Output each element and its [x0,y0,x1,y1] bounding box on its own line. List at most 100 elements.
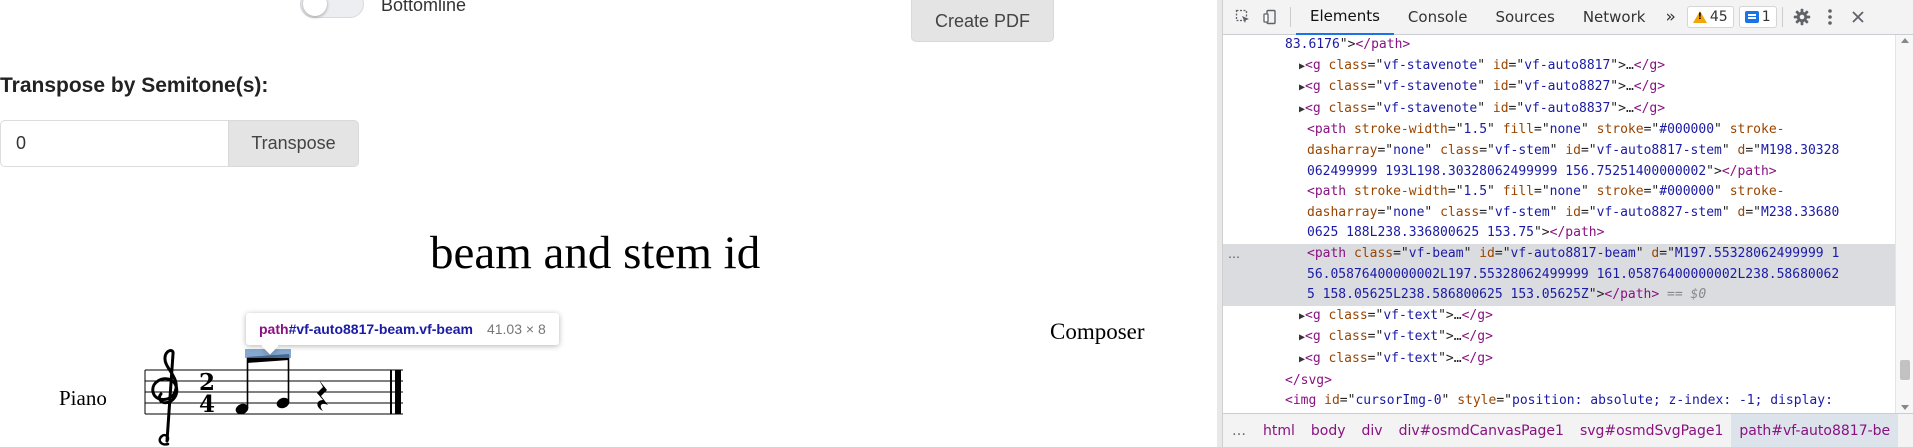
beamed-notes [235,349,291,415]
dom-token: =" [1393,245,1409,261]
dom-tree-line[interactable]: ▶<g class="vf-text">…</g> [1223,327,1895,349]
dom-token: id [1324,393,1340,409]
create-pdf-button[interactable]: Create PDF [911,0,1054,42]
dom-tree-line[interactable]: 5 158.05625L238.586800625 153.05625Z"></… [1223,285,1895,306]
dom-tree-line[interactable]: ▶<g class="vf-stavenote" id="vf-auto8837… [1223,99,1895,121]
dom-token: =" [1377,142,1394,158]
breadcrumb-item[interactable]: body [1303,414,1354,447]
dom-tree-line[interactable]: 0625 188L238.336800625 153.75"></path> [1223,223,1895,244]
scrollbar-thumb[interactable] [1900,360,1910,380]
dom-token: … [1453,329,1462,345]
dom-tree-line[interactable]: 83.6176"></path> [1223,35,1895,56]
dom-token: stroke- [1729,184,1785,200]
tab-elements[interactable]: Elements [1296,0,1394,35]
inspect-element-icon[interactable] [1229,3,1257,31]
dom-token: <path [1307,184,1354,200]
dom-token: =" [1745,204,1762,220]
dom-token: 062499999 193L198.30328062499999 156.752… [1307,163,1707,179]
dom-token: 83.6176 [1285,37,1340,52]
tab-sources[interactable]: Sources [1481,0,1568,35]
bottomline-toggle[interactable] [300,0,364,18]
dom-token: vf-auto8817-beam [1510,245,1636,261]
dom-token: =" [1367,307,1384,323]
dom-token: position: absolute; z-index: -1; display… [1512,393,1841,409]
dom-tree-scrollbar[interactable] [1895,35,1913,413]
dom-tree-line[interactable]: ▶<g class="vf-stavenote" id="vf-auto8827… [1223,77,1895,99]
elements-dom-tree[interactable]: 83.6176"></path> ▶<g class="vf-stavenote"… [1223,35,1895,413]
dom-token: <g [1305,329,1329,345]
more-options-icon[interactable] [1816,3,1844,31]
dom-token: " [1580,184,1597,200]
dom-token: </g> [1461,350,1493,366]
dom-token: " [1635,245,1652,261]
toolbar-separator [1781,7,1783,27]
dom-token: 1.5 [1463,184,1488,200]
dom-token: =" [1367,79,1384,95]
dom-token: </g> [1461,307,1493,323]
close-devtools-icon[interactable] [1844,3,1872,31]
breadcrumb-more[interactable]: … [1223,423,1255,439]
tab-network[interactable]: Network [1569,0,1660,35]
device-toolbar-icon[interactable] [1257,3,1285,31]
dom-tree-line[interactable]: </svg> [1223,371,1895,392]
dom-token: fill [1502,122,1534,138]
dom-token: =" [1479,204,1495,220]
dom-token: " [1549,142,1566,158]
quarter-rest-icon [317,380,328,411]
transpose-button[interactable]: Transpose [228,120,359,167]
dom-token: "> [1588,287,1605,303]
dom-token: dasharray [1307,142,1378,158]
more-tabs-button[interactable]: » [1659,0,1681,35]
dom-token: vf-text [1383,307,1439,323]
dom-tree-line[interactable]: <path stroke-width="1.5" fill="none" str… [1223,182,1895,203]
dom-token: stroke- [1729,122,1785,138]
dom-tree-line[interactable]: … <path class="vf-beam" id="vf-auto8817-b… [1223,243,1895,265]
messages-badge[interactable]: 1 [1738,6,1777,28]
dom-token: vf-stem [1494,142,1550,158]
dom-tree-line[interactable]: ▶<g class="vf-stavenote" id="vf-auto8817… [1223,56,1895,78]
dom-tree-line[interactable]: <img id="cursorImg-0" style="position: a… [1223,391,1895,412]
dom-token: cursorImg-0 [1355,393,1442,409]
toggle-knob[interactable] [303,0,327,16]
settings-gear-icon[interactable] [1788,3,1816,31]
scroll-down-icon[interactable] [1901,405,1909,410]
transpose-input[interactable] [0,120,228,167]
dom-tree-line[interactable]: dasharray="none" class="vf-stem" id="vf-… [1223,203,1895,224]
dom-token: =" [1580,204,1597,220]
score-part-name: Piano [59,386,107,410]
line-actions-dots-icon[interactable]: … [1228,244,1240,265]
dom-token: vf-stavenote [1383,79,1478,95]
breadcrumb-tag: div [1398,422,1420,439]
dom-token: none [1549,122,1581,138]
dom-token: 56.05876400000002L197.55328062499999 161… [1307,266,1840,282]
dom-token: class [1353,245,1394,261]
dom-token: " [1477,100,1493,116]
dom-token: … [1625,57,1634,73]
breadcrumb-item[interactable]: div #osmdCanvasPage1 [1391,414,1572,447]
dom-token: … [1453,307,1462,323]
dom-token: id [1565,142,1581,158]
dom-tree-line[interactable]: ▶<g class="vf-text">…</g> [1223,306,1895,328]
treble-clef-icon [151,349,179,446]
dom-tree-line[interactable]: 56.05876400000002L197.55328062499999 161… [1223,264,1895,286]
warnings-badge[interactable]: 45 [1686,6,1734,28]
breadcrumb-item[interactable]: html [1255,414,1303,447]
dom-tree-line[interactable]: ▶<g class="vf-text">…</g> [1223,349,1895,371]
dom-token: " [1721,142,1738,158]
dom-token: =" [1367,57,1384,73]
score-composer: Composer [1050,319,1145,344]
dom-token: </path> [1355,37,1411,52]
breadcrumb-item[interactable]: svg #osmdSvgPage1 [1572,414,1731,447]
dom-token: " [1487,184,1503,200]
dom-tree-line[interactable]: <path stroke-width="1.5" fill="none" str… [1223,120,1895,141]
dom-token: stroke [1596,184,1644,200]
dom-tree-line[interactable]: dasharray="none" class="vf-stem" id="vf-… [1223,141,1895,162]
breadcrumb-item[interactable]: div [1354,414,1391,447]
dom-token: " [1714,122,1730,138]
final-barline [390,370,401,414]
dom-token: vf-stem [1494,204,1550,220]
breadcrumb-item[interactable]: path #vf-auto8817-be [1731,414,1899,447]
scroll-up-icon[interactable] [1901,38,1909,43]
tab-console[interactable]: Console [1394,0,1482,35]
dom-tree-line[interactable]: 062499999 193L198.30328062499999 156.752… [1223,162,1895,183]
